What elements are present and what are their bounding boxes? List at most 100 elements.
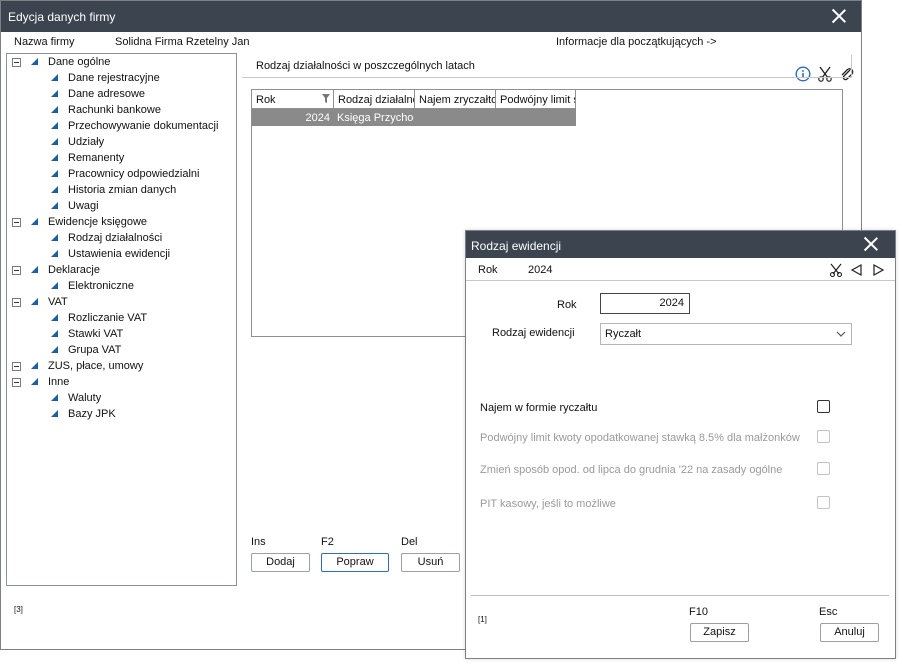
node-icon xyxy=(51,138,58,145)
tree-group[interactable]: VAT xyxy=(7,295,236,311)
tree-item-label: ZUS, płace, umowy xyxy=(48,360,144,372)
tree-item[interactable]: Grupa VAT xyxy=(7,343,236,359)
tree-group[interactable]: ZUS, płace, umowy xyxy=(7,359,236,375)
tree-item[interactable]: Stawki VAT xyxy=(7,327,236,343)
edit-hotkey: F2 xyxy=(321,536,334,548)
delete-button[interactable]: Usuń xyxy=(401,553,460,572)
tree-item-label: Rozliczanie VAT xyxy=(68,312,148,324)
delete-hotkey: Del xyxy=(401,536,418,548)
collapse-icon[interactable] xyxy=(12,58,21,67)
company-name-value: Solidna Firma Rzetelny Jan xyxy=(115,36,250,48)
tree-item-label: Ewidencje księgowe xyxy=(48,216,148,228)
tree-item[interactable]: Ustawienia ewidencji xyxy=(7,247,236,263)
tree-item[interactable]: Remanenty xyxy=(7,151,236,167)
option-label: Podwójny limit kwoty opodatkowanej stawk… xyxy=(480,432,800,444)
info-year-label: Rok xyxy=(478,264,498,276)
cell-year: 2024 xyxy=(305,112,330,124)
tree-item[interactable]: Uwagi xyxy=(7,199,236,215)
close-icon[interactable] xyxy=(831,8,847,24)
node-icon xyxy=(51,106,58,113)
navigation-tree: Dane ogólne Dane rejestracyjne Dane adreso… xyxy=(6,53,237,586)
tree-item[interactable]: Dane adresowe xyxy=(7,87,236,103)
node-icon xyxy=(51,394,58,401)
collapse-icon[interactable] xyxy=(12,266,21,275)
tree-item-label: Dane rejestracyjne xyxy=(68,72,160,84)
cancel-button[interactable]: Anuluj xyxy=(820,623,879,642)
node-icon xyxy=(31,58,38,65)
collapse-icon[interactable] xyxy=(12,378,21,387)
tree-group[interactable]: Dane ogólne xyxy=(7,55,236,71)
close-icon[interactable] xyxy=(863,236,879,252)
tree-group[interactable]: Inne xyxy=(7,375,236,391)
tree-item-label: Rachunki bankowe xyxy=(68,104,161,116)
tree-item[interactable]: Udziały xyxy=(7,135,236,151)
tree-item-label: Pracownicy odpowiedzialni xyxy=(68,168,200,180)
main-titlebar: Edycja danych firmy xyxy=(1,1,861,32)
tree-item-label: Grupa VAT xyxy=(68,344,122,356)
tree-item-label: Dane adresowe xyxy=(68,88,146,100)
tree-item[interactable]: Bazy JPK xyxy=(7,407,236,423)
tree-item[interactable]: Elektroniczne xyxy=(7,279,236,295)
company-name-label: Nazwa firmy xyxy=(14,36,75,48)
previous-icon[interactable] xyxy=(850,264,863,276)
node-icon xyxy=(51,282,58,289)
node-icon xyxy=(51,154,58,161)
option-checkbox xyxy=(817,496,830,509)
section-header: Rodzaj działalności w poszczególnych lat… xyxy=(242,55,852,78)
record-type-select[interactable]: Ryczałt xyxy=(600,323,852,345)
table-row[interactable]: 2024 Księga Przychodów xyxy=(252,109,576,126)
node-icon xyxy=(51,186,58,193)
tree-item[interactable]: Dane rejestracyjne xyxy=(7,71,236,87)
year-input[interactable]: 2024 xyxy=(600,293,690,314)
tree-item-label: Elektroniczne xyxy=(68,280,135,292)
tree-item[interactable]: Rodzaj działalności xyxy=(7,231,236,247)
tree-item[interactable]: Waluty xyxy=(7,391,236,407)
tree-item[interactable]: Rozliczanie VAT xyxy=(7,311,236,327)
column-header-double-limit[interactable]: Podwójny limit skali xyxy=(496,90,576,109)
add-button[interactable]: Dodaj xyxy=(251,553,310,572)
tree-group[interactable]: Deklaracje xyxy=(7,263,236,279)
node-icon xyxy=(51,74,58,81)
tree-item[interactable]: Przechowywanie dokumentacji xyxy=(7,119,236,135)
next-icon[interactable] xyxy=(872,264,885,276)
tree-item[interactable]: Pracownicy odpowiedzialni xyxy=(7,167,236,183)
scissors-icon[interactable] xyxy=(829,263,843,277)
section-title: Rodzaj działalności w poszczególnych lat… xyxy=(256,60,475,72)
column-header-year[interactable]: Rok xyxy=(252,90,334,109)
node-icon xyxy=(51,314,58,321)
save-button[interactable]: Zapisz xyxy=(690,623,749,642)
beginner-info-link[interactable]: Informacje dla początkujących -> xyxy=(556,36,717,48)
tree-group[interactable]: Ewidencje księgowe xyxy=(7,215,236,231)
dialog-title: Rodzaj ewidencji xyxy=(471,239,562,253)
dialog-info-bar: Rok 2024 xyxy=(466,258,895,281)
tree-item[interactable]: Rachunki bankowe xyxy=(7,103,236,119)
node-icon xyxy=(51,234,58,241)
chevron-down-icon xyxy=(836,331,846,337)
tree-item-label: Przechowywanie dokumentacji xyxy=(68,120,219,132)
option-checkbox xyxy=(817,430,830,443)
node-icon xyxy=(51,170,58,177)
record-type-label: Rodzaj ewidencji xyxy=(492,327,575,339)
tree-item-label: Inne xyxy=(48,376,70,388)
info-year-value: 2024 xyxy=(528,264,553,276)
tree-item-label: VAT xyxy=(48,296,68,308)
column-header-activity-type[interactable]: Rodzaj działalności xyxy=(334,90,415,109)
collapse-icon[interactable] xyxy=(12,298,21,307)
tree-item-label: Bazy JPK xyxy=(68,408,116,420)
column-header-flat-rent[interactable]: Najem zryczałtowany xyxy=(415,90,496,109)
tree-item-label: Deklaracje xyxy=(48,264,100,276)
page-counter: [3] xyxy=(14,605,23,614)
tree-item-label: Remanenty xyxy=(68,152,125,164)
option-checkbox[interactable] xyxy=(817,400,830,413)
node-icon xyxy=(51,346,58,353)
save-hotkey: F10 xyxy=(689,606,708,618)
node-icon xyxy=(51,90,58,97)
collapse-icon[interactable] xyxy=(12,362,21,371)
node-icon xyxy=(31,362,38,369)
tree-item-label: Udziały xyxy=(68,136,105,148)
filter-icon[interactable] xyxy=(322,94,330,103)
cell-activity-type: Księga Przychodów xyxy=(337,112,414,124)
edit-button[interactable]: Popraw xyxy=(321,553,389,572)
collapse-icon[interactable] xyxy=(12,218,21,227)
tree-item[interactable]: Historia zmian danych xyxy=(7,183,236,199)
